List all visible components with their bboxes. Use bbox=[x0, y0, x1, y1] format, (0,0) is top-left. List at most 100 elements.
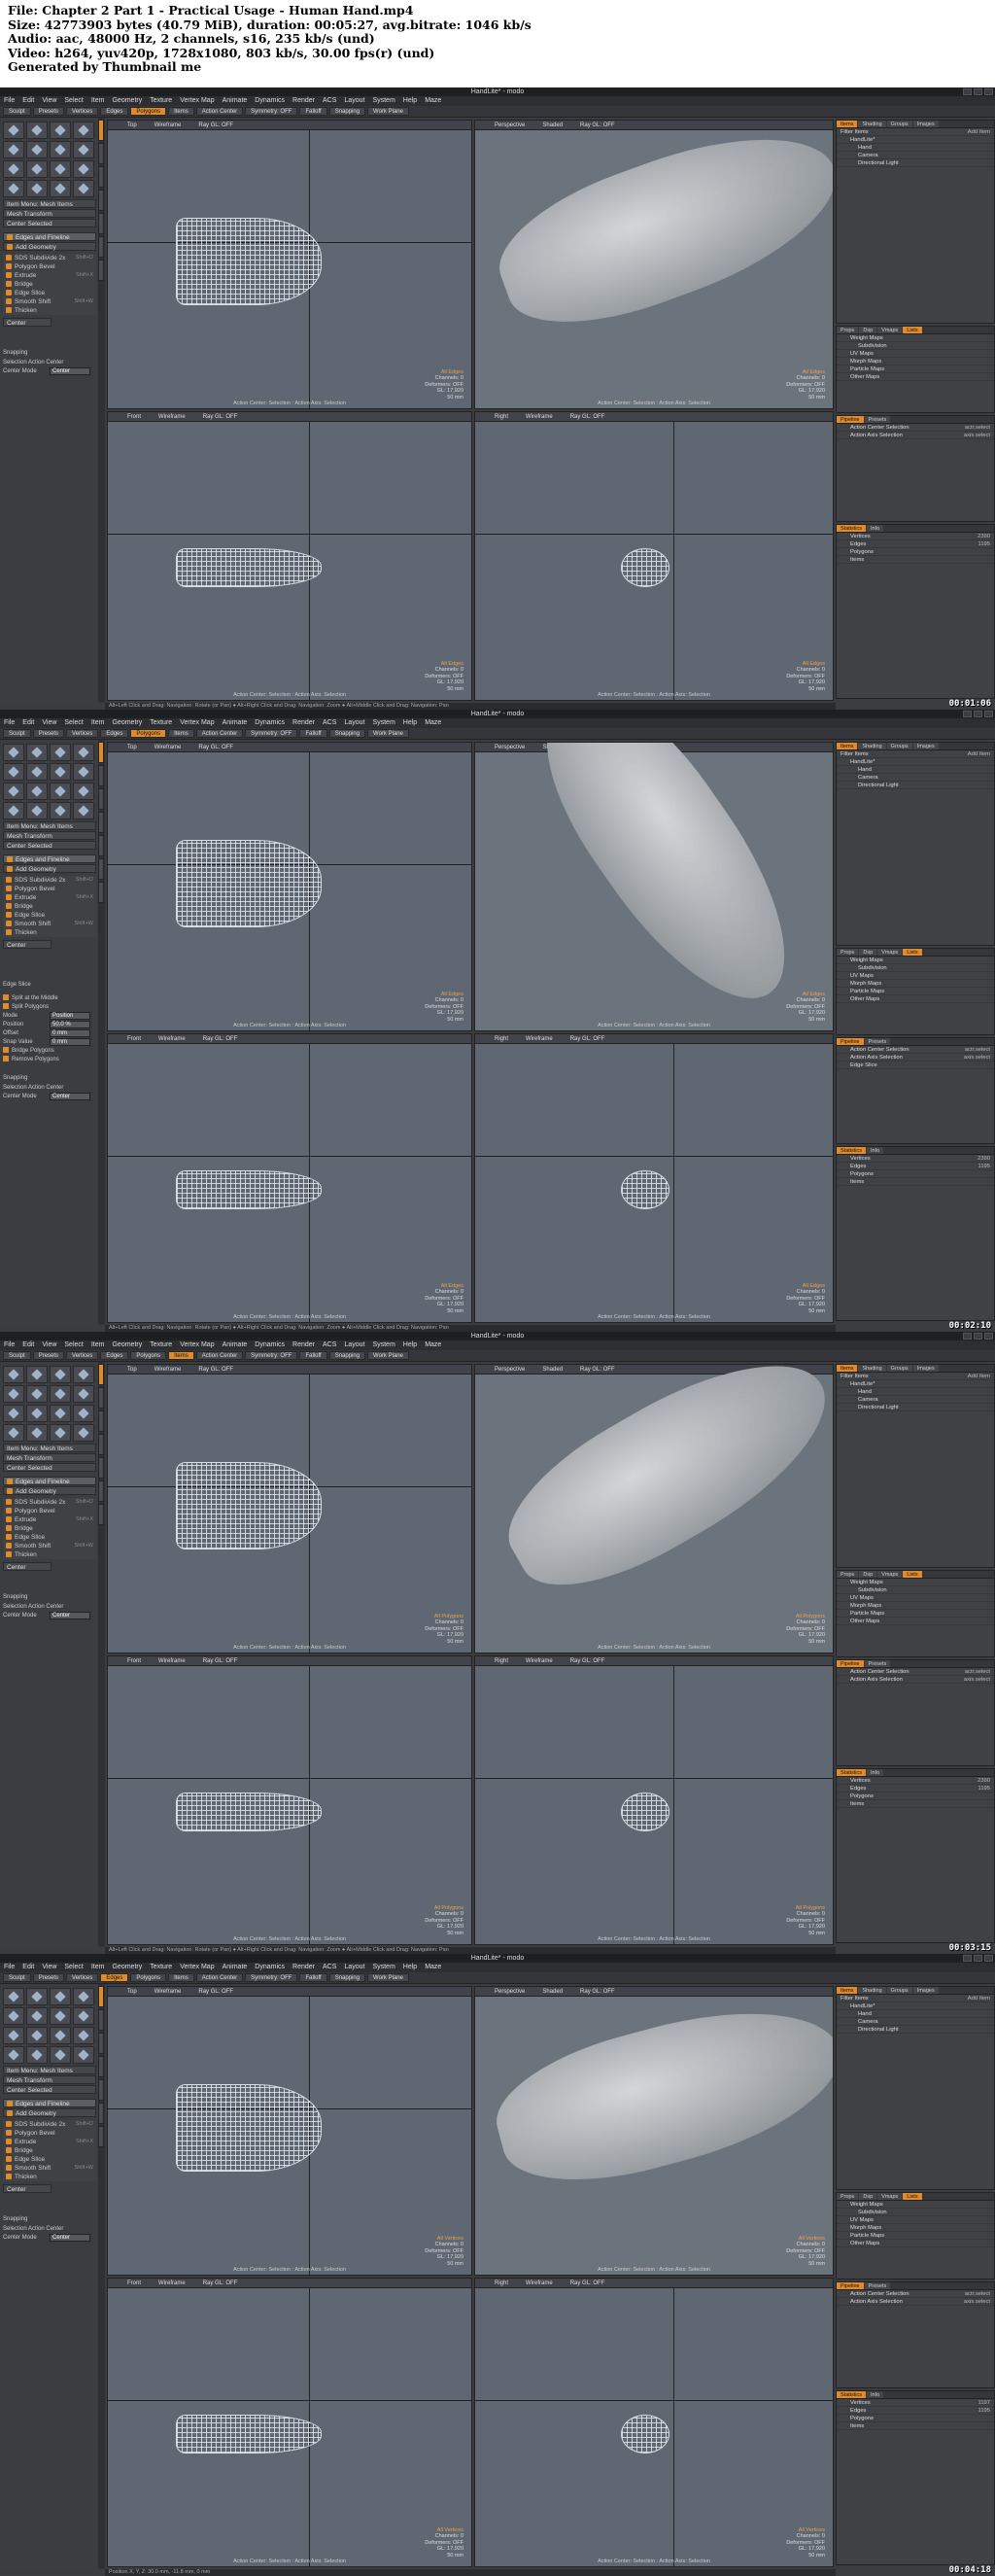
vertical-tab[interactable] bbox=[98, 2009, 104, 2031]
panel-tab[interactable]: Lists bbox=[903, 949, 922, 956]
panel-tab[interactable]: Presets bbox=[864, 1660, 891, 1667]
minimize-icon[interactable] bbox=[963, 88, 972, 95]
tool-icon[interactable] bbox=[50, 763, 71, 781]
toolbar-button[interactable]: Polygons bbox=[130, 1973, 167, 1982]
option-field[interactable]: Position bbox=[50, 1012, 90, 1020]
panel-tab[interactable]: Images bbox=[912, 121, 939, 127]
view-label[interactable]: Top bbox=[127, 1987, 137, 1996]
tool-icon[interactable] bbox=[73, 783, 94, 800]
vmap-row[interactable]: UV Maps bbox=[837, 350, 994, 358]
vertical-tab[interactable] bbox=[98, 213, 104, 234]
tool-row[interactable]: Bridge bbox=[3, 902, 96, 911]
shading-label[interactable]: Wireframe bbox=[526, 2279, 553, 2287]
panel-tab[interactable]: Statistics bbox=[837, 1769, 867, 1776]
vmap-row[interactable]: Other Maps bbox=[837, 995, 994, 1003]
vmap-row[interactable]: Weight Maps bbox=[837, 957, 994, 964]
tool-row[interactable]: Polygon Bevel bbox=[3, 262, 96, 271]
vmap-row[interactable]: Subdivision bbox=[837, 1586, 994, 1594]
tool-icon[interactable] bbox=[50, 783, 71, 800]
raygl-label[interactable]: Ray GL: OFF bbox=[198, 743, 233, 751]
pipeline-row[interactable]: Action Center Selection actr.select bbox=[837, 1668, 994, 1676]
add-item-button[interactable]: Add Item bbox=[968, 128, 994, 135]
window-controls[interactable] bbox=[963, 711, 993, 717]
vertical-tab[interactable] bbox=[98, 1434, 104, 1455]
toolbar-button[interactable]: Snapping bbox=[328, 729, 366, 738]
tool-icon[interactable] bbox=[26, 802, 48, 819]
vmap-row[interactable]: UV Maps bbox=[837, 972, 994, 980]
tool-icon[interactable] bbox=[50, 122, 71, 139]
tool-icon[interactable] bbox=[26, 122, 48, 139]
tool-icon[interactable] bbox=[50, 744, 71, 761]
vmap-row[interactable]: Morph Maps bbox=[837, 2224, 994, 2232]
item-row[interactable]: HandLite* bbox=[837, 136, 994, 144]
pipeline-row[interactable]: Action Axis Selection axis.select bbox=[837, 2298, 994, 2306]
menu-item[interactable]: Maze bbox=[425, 96, 441, 106]
shading-label[interactable]: Wireframe bbox=[154, 743, 182, 751]
tool-icon[interactable] bbox=[3, 744, 24, 761]
toolbar-button[interactable]: Vertices bbox=[66, 729, 99, 738]
item-row[interactable]: Directional Light bbox=[837, 2026, 994, 2034]
panel-tab[interactable]: Presets bbox=[864, 416, 891, 423]
tool-row[interactable]: Center Selected bbox=[3, 841, 96, 850]
edge-slice-option[interactable]: Bridge Polygons bbox=[3, 1047, 100, 1055]
tool-row[interactable]: Edges and Fineline bbox=[3, 1477, 96, 1485]
viewport-top[interactable]: Top Wireframe Ray GL: OFF All Edges Channels… bbox=[107, 742, 472, 1031]
menu-item[interactable]: Edit bbox=[22, 1963, 34, 1972]
vmap-row[interactable]: Subdivision bbox=[837, 2209, 994, 2216]
tool-icon[interactable] bbox=[3, 141, 24, 158]
close-icon[interactable] bbox=[984, 711, 993, 717]
menu-item[interactable]: Layout bbox=[344, 1340, 364, 1350]
tool-icon[interactable] bbox=[50, 160, 71, 178]
pipeline-row[interactable]: Edge Slice bbox=[837, 1062, 994, 1069]
item-row[interactable]: Hand bbox=[837, 1388, 994, 1396]
stat-row[interactable]: Polygons bbox=[837, 548, 994, 556]
edge-slice-option[interactable]: Offset 0 mm bbox=[3, 1029, 100, 1037]
view-label[interactable]: Right bbox=[495, 1034, 508, 1043]
viewport-perspective[interactable]: PerspectiveShadedRay GL: OFFAll EdgesCha… bbox=[474, 742, 834, 1031]
menu-item[interactable]: Help bbox=[403, 96, 417, 106]
menu-item[interactable]: Item bbox=[91, 718, 105, 728]
viewport-perspective[interactable]: Perspective Shaded Ray GL: OFF All Vertices… bbox=[474, 1986, 834, 2276]
menu-item[interactable]: Maze bbox=[425, 1340, 441, 1350]
checkbox-icon[interactable] bbox=[3, 1047, 9, 1053]
vmap-row[interactable]: Particle Maps bbox=[837, 2232, 994, 2240]
window-controls[interactable] bbox=[963, 88, 993, 95]
viewport-top[interactable]: Top Wireframe Ray GL: OFF All Vertices Chann… bbox=[107, 1986, 472, 2276]
view-label[interactable]: Perspective bbox=[495, 121, 525, 129]
menu-item[interactable]: Dynamics bbox=[255, 718, 285, 728]
view-label[interactable]: Perspective bbox=[495, 743, 525, 751]
stat-row[interactable]: Items bbox=[837, 556, 994, 564]
panel-tab[interactable]: Items bbox=[837, 121, 858, 127]
panel-tab[interactable]: Dsp bbox=[859, 949, 877, 956]
item-row[interactable]: HandLite* bbox=[837, 2002, 994, 2010]
toolbar-button[interactable]: Sculpt bbox=[3, 1973, 31, 1982]
stat-row[interactable]: Vertices 2390 bbox=[837, 1777, 994, 1785]
tool-icon[interactable] bbox=[73, 2007, 94, 2025]
panel-tab[interactable]: Lists bbox=[903, 327, 922, 333]
tool-row[interactable]: Mesh Transform bbox=[3, 831, 96, 840]
menu-item[interactable]: Vertex Map bbox=[180, 718, 214, 728]
menu-item[interactable]: Select bbox=[64, 96, 83, 106]
tool-icon[interactable] bbox=[73, 744, 94, 761]
tool-icon[interactable] bbox=[3, 2007, 24, 2025]
viewport-right[interactable]: Right Wireframe Ray GL: OFF All Vertices Cha… bbox=[474, 2278, 834, 2567]
tool-icon[interactable] bbox=[50, 1988, 71, 2005]
tool-icon[interactable] bbox=[26, 744, 48, 761]
raygl-label[interactable]: Ray GL: OFF bbox=[570, 1656, 605, 1665]
tool-icon[interactable] bbox=[26, 160, 48, 178]
vertical-tab[interactable] bbox=[98, 120, 104, 141]
panel-tab[interactable]: Groups bbox=[886, 1987, 912, 1994]
pipeline-row[interactable]: Action Axis Selection axis.select bbox=[837, 1054, 994, 1062]
panel-tab[interactable]: Pipeline bbox=[837, 1038, 864, 1045]
preset-dropdown[interactable]: Center bbox=[3, 318, 51, 327]
edge-slice-option[interactable]: Remove Polygons bbox=[3, 1056, 100, 1063]
vmap-row[interactable]: Morph Maps bbox=[837, 980, 994, 988]
panel-tab[interactable]: Statistics bbox=[837, 1147, 867, 1154]
toolbar-button[interactable]: Vertices bbox=[66, 1351, 99, 1360]
shading-label[interactable]: Shaded bbox=[542, 121, 563, 129]
toolbar-button[interactable]: Snapping bbox=[328, 1973, 366, 1982]
stat-row[interactable]: Items bbox=[837, 1800, 994, 1808]
tool-row[interactable]: Mesh Transform bbox=[3, 1453, 96, 1462]
menu-item[interactable]: Vertex Map bbox=[180, 1963, 214, 1972]
panel-tab[interactable]: Info bbox=[867, 1769, 884, 1776]
